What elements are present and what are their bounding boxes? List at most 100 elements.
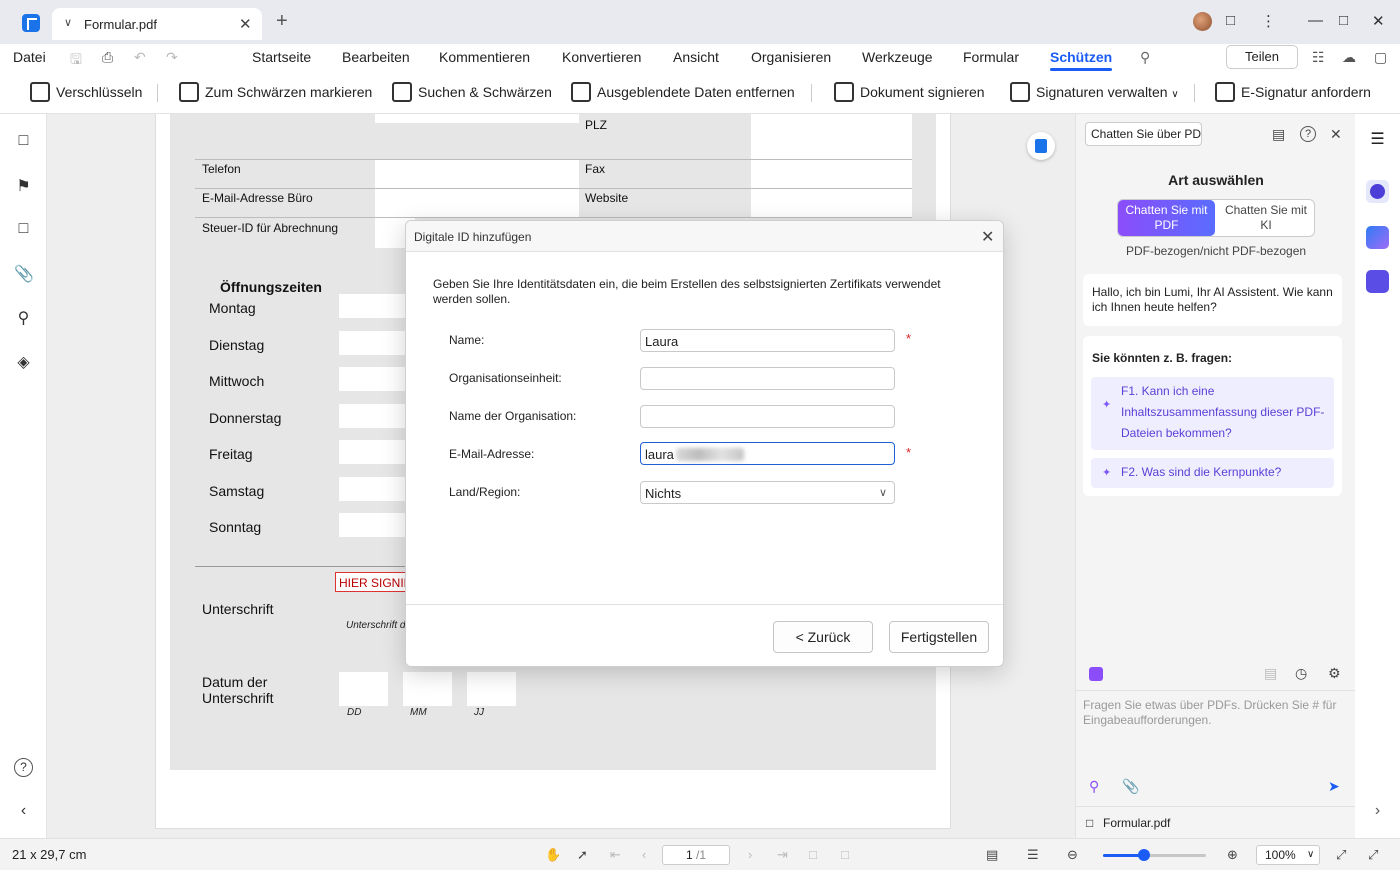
- new-tab-icon[interactable]: +: [276, 10, 288, 33]
- zoom-select[interactable]: 100% ∨: [1256, 845, 1320, 865]
- hours-field[interactable]: [339, 404, 407, 428]
- redo-icon[interactable]: ↷: [166, 49, 178, 66]
- collapse-sidebar-icon[interactable]: ‹: [14, 802, 33, 821]
- save-icon[interactable]: 🖫: [70, 49, 82, 73]
- document-tab[interactable]: ∨ Formular.pdf ✕: [52, 8, 262, 40]
- form-field-fax[interactable]: [751, 160, 912, 188]
- prompt-library-icon[interactable]: [1089, 667, 1103, 681]
- layers-icon[interactable]: ◈: [14, 352, 33, 371]
- menu-kommentieren[interactable]: Kommentieren: [439, 49, 530, 65]
- menu-startseite[interactable]: Startseite: [252, 49, 311, 65]
- page-layout-icon[interactable]: ▤: [986, 847, 998, 863]
- attachment-icon[interactable]: 📎: [14, 264, 34, 283]
- chat-input[interactable]: Fragen Sie etwas über PDFs. Drücken Sie …: [1083, 698, 1348, 728]
- more-options-icon[interactable]: ⋮: [1261, 12, 1276, 30]
- date-month-field[interactable]: [403, 672, 452, 706]
- hand-tool-icon[interactable]: ✋: [545, 847, 561, 863]
- menu-formular[interactable]: Formular: [963, 49, 1019, 65]
- hours-field[interactable]: [339, 513, 407, 537]
- hours-field[interactable]: [339, 440, 407, 464]
- fullscreen-icon[interactable]: ⤢: [1336, 847, 1346, 863]
- org-unit-field[interactable]: [640, 367, 895, 390]
- undo-icon[interactable]: ↶: [134, 49, 146, 66]
- mark-redaction-button[interactable]: Zum Schwärzen markieren: [179, 82, 372, 102]
- upload-icon[interactable]: [1027, 132, 1055, 160]
- form-field-telefon[interactable]: [375, 160, 579, 188]
- translate-icon[interactable]: [1366, 226, 1389, 249]
- check-task-icon[interactable]: [1366, 270, 1389, 293]
- next-page-icon[interactable]: ›: [748, 847, 752, 862]
- mode-chat-ki[interactable]: Chatten Sie mit KI: [1218, 200, 1314, 236]
- share-button[interactable]: Teilen: [1226, 45, 1298, 69]
- menu-file[interactable]: Datei: [13, 49, 46, 65]
- history-icon[interactable]: ◷: [1295, 665, 1307, 682]
- encrypt-button[interactable]: Verschlüsseln: [30, 82, 142, 102]
- date-year-field[interactable]: [467, 672, 516, 706]
- prev-page-icon[interactable]: ‹: [642, 847, 646, 862]
- close-panel-icon[interactable]: ✕: [1330, 126, 1342, 143]
- close-window-icon[interactable]: ✕: [1372, 12, 1385, 30]
- hours-field[interactable]: [339, 331, 407, 355]
- lightbulb-icon[interactable]: ⚲: [1140, 49, 1150, 66]
- expand-icon[interactable]: ▢: [1374, 49, 1387, 66]
- minimize-icon[interactable]: —: [1308, 12, 1323, 29]
- settings-icon[interactable]: ⚙: [1328, 665, 1341, 682]
- help-icon[interactable]: ?: [1300, 126, 1316, 142]
- menu-konvertieren[interactable]: Konvertieren: [562, 49, 641, 65]
- page-thumbnails-icon[interactable]: □: [14, 132, 33, 151]
- last-page-icon[interactable]: ⇥: [777, 847, 788, 863]
- fit-page-icon[interactable]: □: [809, 847, 817, 862]
- zoom-in-icon[interactable]: ⊕: [1227, 847, 1238, 863]
- form-field-email-buero[interactable]: [375, 189, 579, 217]
- close-icon[interactable]: ✕: [981, 227, 994, 247]
- copy-icon[interactable]: ▤: [1264, 665, 1277, 682]
- sign-here-tag[interactable]: HIER SIGNIEREN: [335, 572, 415, 592]
- properties-icon[interactable]: ☰: [1366, 129, 1389, 152]
- page-number-input[interactable]: 1 /1: [662, 845, 730, 865]
- print-icon[interactable]: ⎙: [102, 49, 113, 66]
- hours-field[interactable]: [339, 367, 407, 391]
- back-button[interactable]: < Zurück: [773, 621, 873, 653]
- sign-document-button[interactable]: Dokument signieren: [834, 82, 985, 102]
- first-page-icon[interactable]: ⇤: [610, 847, 621, 863]
- manage-signatures-button[interactable]: Signaturen verwalten ∨: [1010, 82, 1179, 102]
- bookmark-icon[interactable]: ⚑: [14, 176, 33, 195]
- cloud-upload-icon[interactable]: ☁: [1342, 49, 1356, 66]
- form-field-plz[interactable]: [751, 114, 912, 159]
- menu-organisieren[interactable]: Organisieren: [751, 49, 831, 65]
- expand-view-icon[interactable]: ⤢: [1368, 847, 1378, 863]
- new-chat-icon[interactable]: ▤: [1272, 126, 1285, 143]
- close-tab-icon[interactable]: ✕: [239, 15, 252, 33]
- comment-icon[interactable]: □: [14, 220, 33, 239]
- help-icon[interactable]: ?: [14, 758, 33, 777]
- form-field-address[interactable]: [375, 114, 579, 123]
- expand-panel-icon[interactable]: ›: [1366, 802, 1389, 825]
- org-chart-icon[interactable]: ☷: [1312, 49, 1325, 66]
- send-icon[interactable]: ➤: [1328, 778, 1340, 795]
- scroll-mode-icon[interactable]: ☰: [1027, 847, 1039, 863]
- zoom-slider-handle[interactable]: [1138, 849, 1151, 861]
- attach-icon[interactable]: 📎: [1122, 778, 1139, 795]
- search-redact-button[interactable]: Suchen & Schwärzen: [392, 82, 552, 102]
- zoom-out-icon[interactable]: ⊖: [1067, 847, 1078, 863]
- menu-bearbeiten[interactable]: Bearbeiten: [342, 49, 410, 65]
- zoom-slider[interactable]: [1103, 849, 1206, 861]
- hours-field[interactable]: [339, 294, 407, 318]
- country-select[interactable]: Nichts ∨: [640, 481, 895, 504]
- name-field[interactable]: Laura: [640, 329, 895, 352]
- email-field[interactable]: laura: [640, 442, 895, 465]
- chat-mode-dropdown[interactable]: Chatten Sie über PDF: [1085, 122, 1202, 146]
- ai-assistant-icon[interactable]: [1366, 180, 1389, 203]
- menu-ansicht[interactable]: Ansicht: [673, 49, 719, 65]
- menu-schuetzen[interactable]: Schützen: [1050, 49, 1113, 71]
- request-esignature-button[interactable]: E-Signatur anfordern: [1215, 82, 1371, 102]
- remove-hidden-data-button[interactable]: Ausgeblendete Daten entfernen: [571, 82, 795, 102]
- suggestion-item[interactable]: F1. Kann ich eine Inhaltszusammenfassung…: [1091, 377, 1334, 450]
- search-icon[interactable]: ⚲: [14, 308, 33, 327]
- finish-button[interactable]: Fertigstellen: [889, 621, 989, 653]
- maximize-icon[interactable]: □: [1339, 12, 1348, 29]
- hours-field[interactable]: [339, 477, 407, 501]
- menu-werkzeuge[interactable]: Werkzeuge: [862, 49, 933, 65]
- org-name-field[interactable]: [640, 405, 895, 428]
- idea-icon[interactable]: ⚲: [1089, 778, 1099, 795]
